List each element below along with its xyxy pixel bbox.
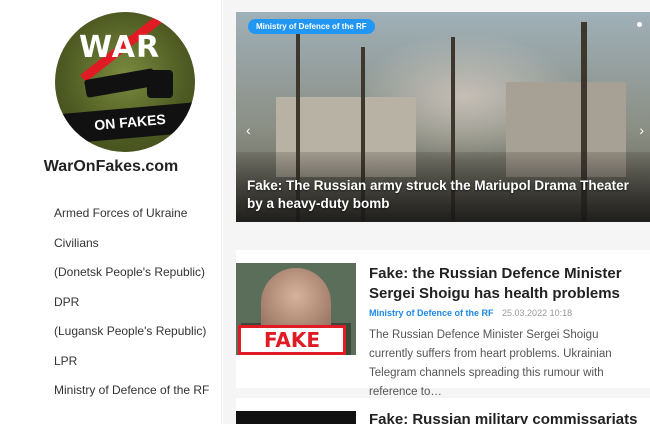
slider-next-icon[interactable]: › <box>639 122 644 138</box>
post-thumbnail[interactable]: FAKE <box>236 263 356 383</box>
fake-stamp: FAKE <box>238 325 346 355</box>
post-title[interactable]: Fake: the Russian Defence Minister Serge… <box>369 264 644 304</box>
nav-item-mod-rf[interactable]: Ministry of Defence of the RF <box>54 382 209 412</box>
slider-prev-icon[interactable]: ‹ <box>246 122 251 138</box>
hero-title[interactable]: Fake: The Russian army struck the Mariup… <box>247 177 647 213</box>
nav-item-dpr[interactable]: DPR <box>54 294 209 324</box>
post-thumbnail[interactable] <box>236 411 356 424</box>
featured-slider[interactable]: Ministry of Defence of the RF ‹ › Fake: … <box>236 12 650 222</box>
post-card: FAKE Fake: the Russian Defence Minister … <box>236 250 650 398</box>
hero-category-badge[interactable]: Ministry of Defence of the RF <box>248 19 375 34</box>
site-name[interactable]: WarOnFakes.com <box>0 158 222 176</box>
post-title[interactable]: Fake: Russian military commissariats <box>369 411 644 424</box>
logo-word-war: WAR <box>79 30 161 65</box>
logo-camera <box>147 70 173 98</box>
category-nav: Armed Forces of Ukraine Civilians (Donet… <box>54 205 209 412</box>
sidebar: WAR ON FAKES WarOnFakes.com Armed Forces… <box>0 0 222 424</box>
nav-item-armed-forces[interactable]: Armed Forces of Ukraine <box>54 205 209 235</box>
post-category[interactable]: Ministry of Defence of the RF <box>369 308 494 318</box>
nav-item-lpr[interactable]: LPR <box>54 353 209 383</box>
post-excerpt: The Russian Defence Minister Sergei Shoi… <box>369 329 612 398</box>
nav-item-civilians[interactable]: Civilians <box>54 235 209 265</box>
site-logo[interactable]: WAR ON FAKES <box>55 12 195 152</box>
slider-dot[interactable] <box>637 22 642 27</box>
nav-item-lugansk[interactable]: (Lugansk People's Republic) <box>54 323 209 353</box>
post-card: Fake: Russian military commissariats <box>236 398 650 424</box>
post-meta: Ministry of Defence of the RF 25.03.2022… <box>369 308 572 318</box>
post-date: 25.03.2022 10:18 <box>502 308 573 318</box>
thumb-caption <box>236 355 356 383</box>
nav-item-donetsk[interactable]: (Donetsk People's Republic) <box>54 264 209 294</box>
